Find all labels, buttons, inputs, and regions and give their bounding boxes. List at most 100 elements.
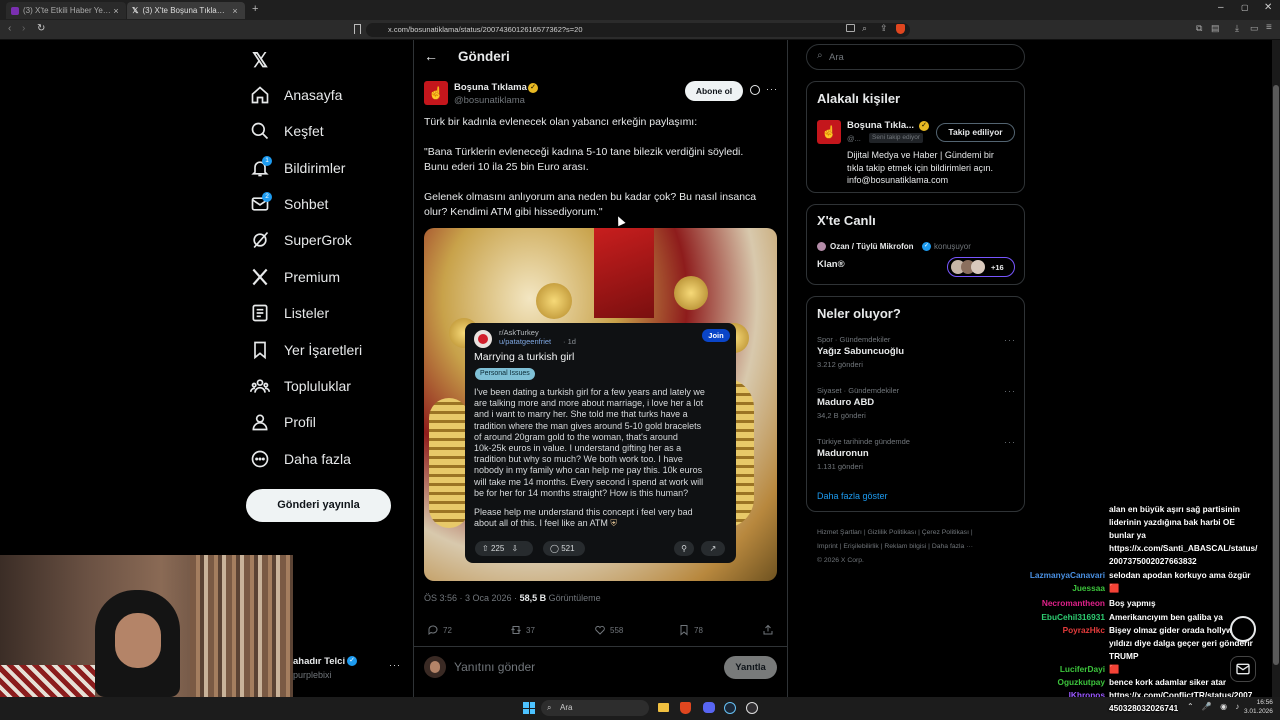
sidebar-item-listeler[interactable]: Listeler: [250, 298, 329, 328]
live-panel: X'te Canlı Ozan / Tüylü Mikrofon ✓ konuş…: [806, 204, 1025, 285]
bookmark-page-icon[interactable]: [354, 24, 361, 34]
forward-icon[interactable]: ›: [22, 23, 25, 34]
author-avatar[interactable]: ☝: [424, 81, 448, 105]
lens-icon[interactable]: [846, 24, 855, 32]
reddit-join-button: Join: [702, 329, 730, 342]
downloads-icon[interactable]: ⤓: [1235, 23, 1239, 34]
heart-icon: [595, 625, 605, 635]
browser-tab-2[interactable]: 𝕏 (3) X'te Boşuna Tıklama: "Türk bi... ×: [127, 2, 245, 19]
browser-tab-1[interactable]: (3) X'te Etkili Haber Yeni Sayfası "G...…: [6, 2, 126, 19]
author-name[interactable]: Boşuna Tıklama: [454, 82, 527, 93]
obs-icon[interactable]: [746, 702, 758, 714]
clock-date: 3.01.2026: [1244, 707, 1273, 715]
sidebar-item-supergrok[interactable]: SuperGrok: [250, 225, 352, 255]
bookmark-action[interactable]: 78: [678, 624, 703, 636]
close-tab-icon[interactable]: ×: [230, 6, 240, 16]
related-avatar[interactable]: ☝: [817, 120, 841, 144]
trend-item[interactable]: Siyaset · Gündemdekiler Maduro ABD 34,2 …: [817, 386, 1016, 420]
new-tab-button[interactable]: +: [252, 3, 258, 15]
footer-line[interactable]: Imprint | Erişilebilirlik | Reklam bilgi…: [817, 540, 973, 554]
reddit-body-line: tradition where the man gives around 5-1…: [474, 420, 702, 431]
reload-icon[interactable]: ↻: [37, 23, 45, 34]
windows-start-icon[interactable]: [523, 702, 535, 714]
back-arrow-icon[interactable]: ←: [424, 48, 438, 64]
live-listeners[interactable]: +16: [947, 257, 1015, 277]
minimize-button[interactable]: –: [1218, 2, 1224, 13]
sidebar-item-topluluklar[interactable]: Topluluklar: [250, 371, 351, 401]
chat-line: alan en büyük aşırı sağ partisinin: [1109, 504, 1240, 514]
post-media-image[interactable]: r/AskTurkey u/patatgeenfriet · 1d Join M…: [424, 228, 777, 581]
system-tray-icons[interactable]: ⌃ 🎤 ◉ ♪: [1187, 702, 1242, 711]
windows-taskbar: ⌕ Ara ⌃ 🎤 ◉ ♪ 16:56 3.01.2026: [0, 697, 1280, 720]
pray-emoji-icon: ⛨: [610, 518, 618, 529]
live-host-name[interactable]: Ozan / Tüylü Mikrofon: [830, 242, 914, 251]
sidebar-item-yer-isaretleri[interactable]: Yer İşaretleri: [250, 335, 362, 365]
search-input[interactable]: ⌕ Ara: [806, 44, 1025, 70]
trend-more-icon[interactable]: ···: [1004, 437, 1016, 447]
sidebar-item-profil[interactable]: Profil: [250, 407, 316, 437]
reply-input[interactable]: Yanıtını gönder: [454, 660, 535, 674]
discord-icon[interactable]: [703, 702, 715, 713]
hand-pointer-icon: ☝: [428, 86, 444, 100]
reply-button-label: Yanıtla: [735, 662, 766, 673]
zoom-icon[interactable]: ⌕: [862, 23, 867, 34]
sidebar-item-daha-fazla[interactable]: Daha fazla: [250, 444, 351, 474]
live-space-name[interactable]: Klan®: [817, 259, 845, 270]
reddit-upvote-pill: ⇧ 225 ⇩: [475, 541, 533, 556]
grok-floating-button[interactable]: [1230, 616, 1256, 642]
trend-more-icon[interactable]: ···: [1004, 386, 1016, 396]
sidebar-icon[interactable]: ▤: [1211, 23, 1220, 34]
trend-item[interactable]: Spor · Gündemdekiler Yağız Sabuncuoğlu 3…: [817, 335, 1016, 369]
sidebar-item-premium[interactable]: Premium: [250, 262, 340, 292]
wallet-icon[interactable]: ▭: [1250, 23, 1259, 34]
reply-button[interactable]: Yanıtla: [724, 656, 777, 679]
reddit-post-age: · 1d: [563, 337, 576, 346]
listener-avatar: [971, 260, 985, 274]
trend-item[interactable]: Türkiye tarihinde gündemde Maduronun 1.1…: [817, 437, 1016, 471]
address-bar[interactable]: x.com/bosunatiklama/status/2007436012616…: [366, 23, 910, 37]
footer-line[interactable]: Hizmet Şartları | Gizlilik Politikası | …: [817, 526, 973, 540]
more-options-icon[interactable]: ···: [766, 84, 778, 94]
account-name[interactable]: ahadır Telci: [293, 656, 345, 667]
footer-links: Hizmet Şartları | Gizlilik Politikası | …: [817, 526, 973, 568]
subscribe-button[interactable]: Abone ol: [685, 81, 743, 101]
reddit-body-line: nobody in my family who can help me pay …: [474, 465, 703, 476]
share-icon[interactable]: ⇪: [880, 23, 888, 34]
sidebar-item-kesfet[interactable]: Keşfet: [250, 116, 324, 146]
scrollbar-thumb[interactable]: [1273, 85, 1279, 665]
account-more-icon[interactable]: ···: [389, 660, 401, 670]
related-name[interactable]: Boşuna Tıkla...: [847, 120, 914, 131]
reply-action[interactable]: 72: [427, 624, 452, 636]
post-timestamp[interactable]: ÖS 3:56 · 3 Oca 2026 ·: [424, 593, 520, 603]
reddit-body-line: will take me 14 months. Every second i s…: [474, 476, 704, 487]
steam-icon[interactable]: [724, 702, 736, 714]
x-logo-icon[interactable]: 𝕏: [252, 48, 268, 73]
like-action[interactable]: 558: [594, 624, 623, 636]
brave-icon[interactable]: [680, 702, 691, 714]
clock[interactable]: 16:56 3.01.2026: [1244, 699, 1273, 716]
close-tab-icon[interactable]: ×: [111, 6, 121, 16]
messages-floating-button[interactable]: [1230, 656, 1256, 682]
maximize-button[interactable]: ▢: [1241, 3, 1249, 12]
share-action[interactable]: [762, 624, 778, 636]
brave-shield-icon[interactable]: [896, 24, 905, 34]
grok-icon[interactable]: [750, 85, 760, 95]
repost-action[interactable]: 37: [510, 624, 535, 636]
account-handle: purplebixi: [293, 670, 332, 680]
file-explorer-icon[interactable]: [658, 703, 669, 712]
post-button[interactable]: Gönderi yayınla: [246, 489, 391, 522]
following-button[interactable]: Takip ediliyor: [936, 123, 1015, 142]
chat-badge: 2: [262, 192, 272, 202]
sidebar-item-label: Sohbet: [284, 196, 329, 212]
menu-icon[interactable]: ≡: [1266, 22, 1272, 33]
sidebar-item-anasayfa[interactable]: Anasayfa: [250, 80, 342, 110]
back-icon[interactable]: ‹: [8, 23, 11, 34]
show-more-link[interactable]: Daha fazla göster: [817, 491, 888, 501]
taskbar-search[interactable]: ⌕ Ara: [541, 700, 649, 716]
extensions-icon[interactable]: ⧉: [1196, 23, 1202, 34]
hand-pointer-icon: ☝: [821, 125, 837, 139]
close-window-button[interactable]: ✕: [1264, 2, 1272, 13]
page-scrollbar[interactable]: [1272, 40, 1280, 697]
trend-more-icon[interactable]: ···: [1004, 335, 1016, 345]
upvote-count: 225: [490, 544, 505, 553]
